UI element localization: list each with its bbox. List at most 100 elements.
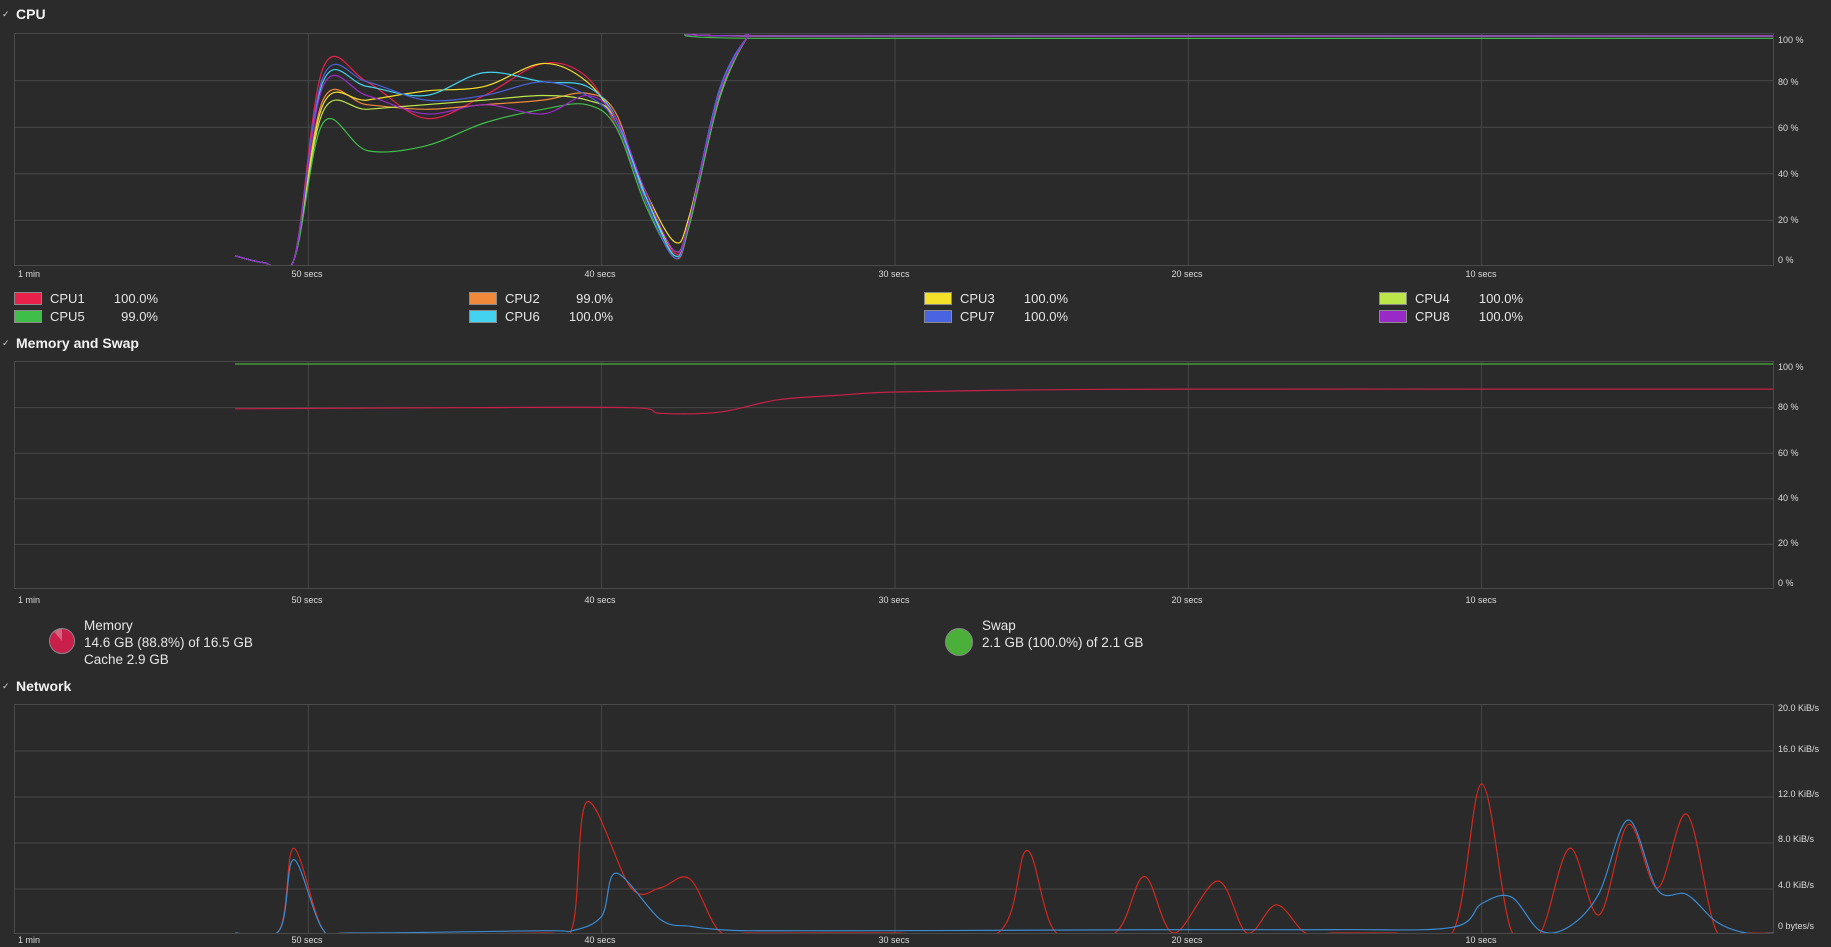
legend-cpu5[interactable]: CPU5 99.0% [14,309,158,324]
memory-section-title: Memory and Swap [16,335,139,351]
legend-cpu1[interactable]: CPU1 100.0% [14,291,158,306]
x-tick-label: 1 min [18,935,41,945]
legend-label: CPU8 [1415,309,1450,324]
network-section-header[interactable]: ✓ Network [0,677,71,695]
swap-pie-icon[interactable] [944,627,974,657]
x-tick-label: 30 secs [878,269,910,279]
network-y-axis: 20.0 KiB/s 16.0 KiB/s 12.0 KiB/s 8.0 KiB… [1778,703,1830,934]
x-tick-label: 40 secs [584,935,616,945]
memory-usage: 14.6 GB (88.8%) of 16.5 GB [84,635,253,650]
expander-icon[interactable]: ✓ [2,338,12,349]
legend-cpu7[interactable]: CPU7 100.0% [924,309,1068,324]
cpu4-color-swatch[interactable] [1379,292,1407,305]
x-tick-label: 1 min [18,595,41,605]
y-tick-label: 20 % [1778,538,1799,548]
y-tick-label: 16.0 KiB/s [1778,744,1820,754]
y-tick-label: 40 % [1778,493,1799,503]
x-tick-label: 30 secs [878,595,910,605]
cpu-graph [14,33,1774,266]
series-line-sending [234,819,1773,933]
x-tick-label: 20 secs [1171,595,1203,605]
memory-info: Memory 14.6 GB (88.8%) of 16.5 GB Cache … [48,617,253,668]
series-line-cpu3 [234,34,1773,265]
network-section-title: Network [16,678,72,694]
x-tick-label: 50 secs [291,595,323,605]
legend-value: 99.0% [121,309,158,324]
memory-graph-canvas [15,362,1773,588]
memory-title: Memory [84,618,133,633]
network-x-axis: 1 min 50 secs 40 secs 30 secs 20 secs 10… [14,935,1774,947]
swap-usage: 2.1 GB (100.0%) of 2.1 GB [982,635,1144,650]
swap-info: Swap 2.1 GB (100.0%) of 2.1 GB [944,617,1143,657]
legend-label: CPU6 [505,309,540,324]
series-line-cpu7 [234,34,1773,265]
y-tick-label: 80 % [1778,77,1799,87]
cpu8-color-swatch[interactable] [1379,310,1407,323]
grid [15,362,1773,588]
cpu7-color-swatch[interactable] [924,310,952,323]
x-tick-label: 1 min [18,269,41,279]
series-line-memory [234,388,1773,415]
expander-icon[interactable]: ✓ [2,9,12,20]
grid [15,34,1773,265]
x-tick-label: 20 secs [1171,269,1203,279]
x-tick-label: 40 secs [584,269,616,279]
legend-cpu4[interactable]: CPU4 100.0% [1379,291,1523,306]
cpu-x-axis: 1 min 50 secs 40 secs 30 secs 20 secs 10… [14,269,1774,281]
legend-cpu3[interactable]: CPU3 100.0% [924,291,1068,306]
series-line-cpu2 [234,34,1773,265]
y-tick-label: 0 % [1778,578,1794,588]
legend-value: 100.0% [1478,291,1523,306]
memory-cache: Cache 2.9 GB [84,652,169,667]
memory-y-axis: 100 % 80 % 60 % 40 % 20 % 0 % [1778,361,1830,589]
x-tick-label: 50 secs [291,935,323,945]
memory-pie-icon[interactable] [48,627,76,655]
legend-label: CPU3 [960,291,995,306]
network-graph-canvas [15,705,1773,933]
legend-value: 99.0% [576,291,613,306]
swap-title: Swap [982,618,1016,633]
memory-x-axis: 1 min 50 secs 40 secs 30 secs 20 secs 10… [14,595,1774,607]
x-tick-label: 10 secs [1465,269,1497,279]
legend-value: 100.0% [568,309,613,324]
legend-cpu6[interactable]: CPU6 100.0% [469,309,613,324]
memory-graph [14,361,1774,589]
legend-cpu8[interactable]: CPU8 100.0% [1379,309,1523,324]
expander-icon[interactable]: ✓ [2,681,12,692]
cpu6-color-swatch[interactable] [469,310,497,323]
x-tick-label: 30 secs [878,935,910,945]
cpu3-color-swatch[interactable] [924,292,952,305]
legend-value: 100.0% [1478,309,1523,324]
cpu-graph-canvas [15,34,1773,265]
legend-label: CPU5 [50,309,85,324]
legend-label: CPU2 [505,291,540,306]
cpu1-color-swatch[interactable] [14,292,42,305]
y-tick-label: 0 bytes/s [1778,921,1815,931]
legend-value: 100.0% [113,291,158,306]
y-tick-label: 100 % [1778,362,1804,372]
legend-label: CPU7 [960,309,995,324]
cpu2-color-swatch[interactable] [469,292,497,305]
series-line-cpu5 [234,34,1773,265]
legend-value: 100.0% [1023,309,1068,324]
x-tick-label: 10 secs [1465,595,1497,605]
series-line-receiving [234,783,1773,933]
y-tick-label: 20.0 KiB/s [1778,703,1820,713]
cpu-section-header[interactable]: ✓ CPU [0,5,46,23]
cpu-y-axis: 100 % 80 % 60 % 40 % 20 % 0 % [1778,33,1830,266]
series-line-cpu4 [234,34,1773,265]
memory-section-header[interactable]: ✓ Memory and Swap [0,334,139,352]
grid [15,705,1773,933]
y-tick-label: 12.0 KiB/s [1778,789,1820,799]
legend-label: CPU1 [50,291,85,306]
cpu5-color-swatch[interactable] [14,310,42,323]
y-tick-label: 100 % [1778,35,1804,45]
legend-value: 100.0% [1023,291,1068,306]
y-tick-label: 8.0 KiB/s [1778,834,1815,844]
series-line-cpu6 [234,34,1773,265]
x-tick-label: 50 secs [291,269,323,279]
x-tick-label: 40 secs [584,595,616,605]
y-tick-label: 60 % [1778,448,1799,458]
x-tick-label: 10 secs [1465,935,1497,945]
legend-cpu2[interactable]: CPU2 99.0% [469,291,613,306]
